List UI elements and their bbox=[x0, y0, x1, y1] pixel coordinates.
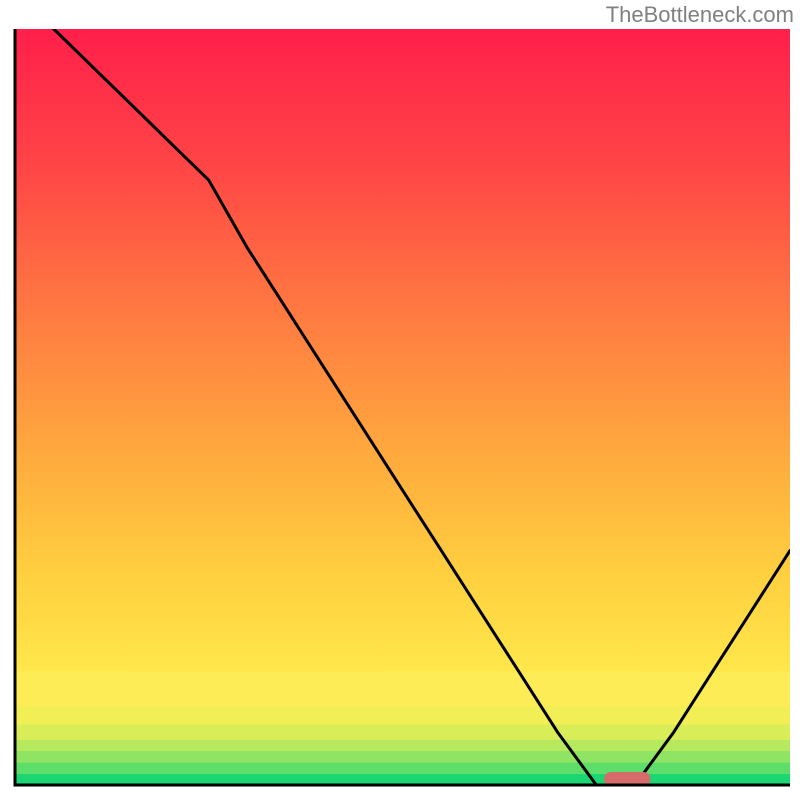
watermark-label: TheBottleneck.com bbox=[606, 2, 794, 28]
plot-area bbox=[15, 0, 790, 786]
green-stripe bbox=[15, 706, 790, 725]
green-stripe bbox=[15, 740, 790, 751]
chart-container: TheBottleneck.com bbox=[0, 0, 800, 800]
green-stripe bbox=[15, 672, 790, 706]
bottleneck-chart bbox=[0, 0, 800, 800]
green-stripe bbox=[15, 762, 790, 773]
green-stripe bbox=[15, 774, 790, 785]
green-stripe bbox=[15, 751, 790, 762]
